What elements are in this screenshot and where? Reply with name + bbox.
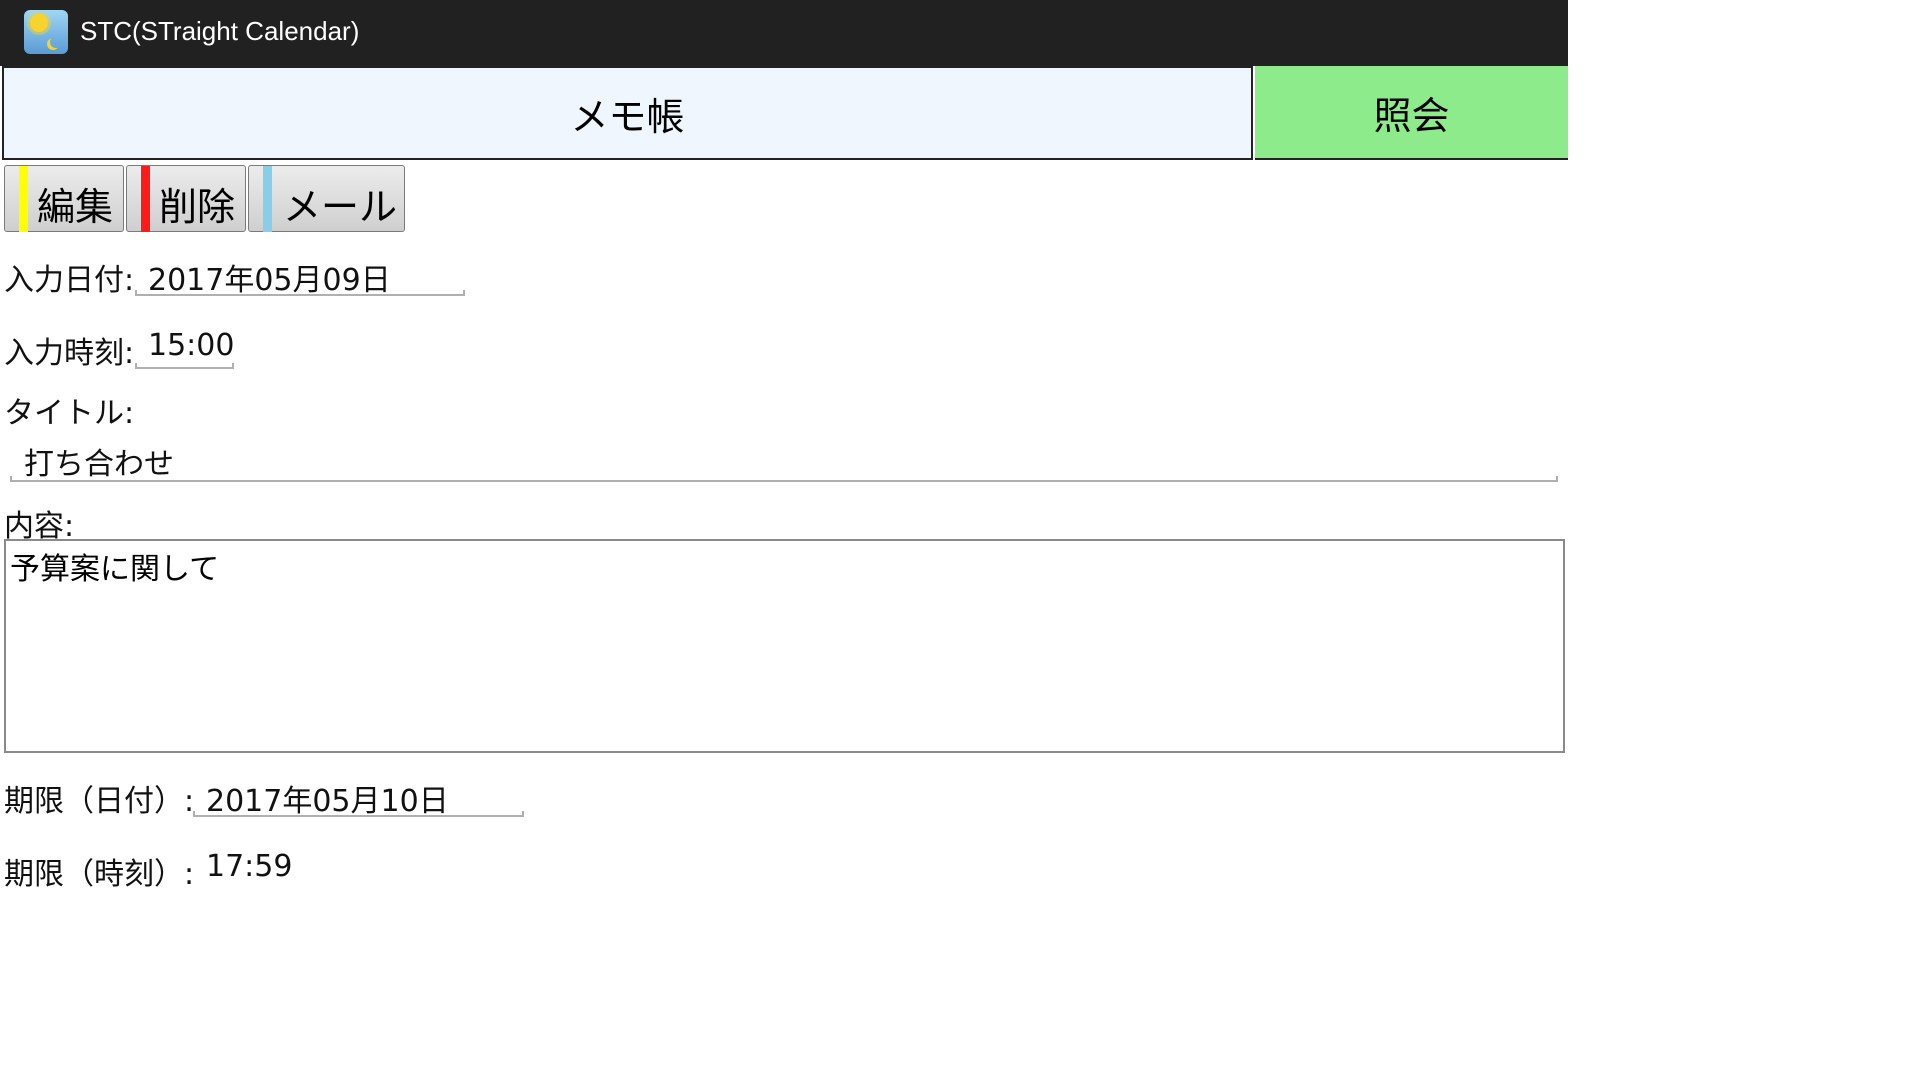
title-field[interactable]: 打ち合わせ xyxy=(24,439,174,483)
app-icon xyxy=(24,10,68,54)
title-label: タイトル: xyxy=(4,396,135,431)
moon-icon xyxy=(50,36,62,48)
title-underline xyxy=(10,476,1558,482)
mail-color-stripe xyxy=(263,166,272,232)
edit-button-label: 編集 xyxy=(37,185,114,229)
content-textarea[interactable]: 予算案に関して xyxy=(4,539,1565,753)
delete-button[interactable]: 削除 xyxy=(126,165,246,232)
content-text: 予算案に関して xyxy=(10,552,220,587)
due-date-underline xyxy=(193,811,524,817)
view-button[interactable]: 照会 xyxy=(1255,66,1568,160)
delete-button-label: 削除 xyxy=(159,185,236,229)
due-time-field[interactable]: 17:59 xyxy=(206,849,292,884)
mail-button[interactable]: メール xyxy=(248,165,405,232)
entry-date-underline xyxy=(135,290,465,296)
due-date-label: 期限（日付）: xyxy=(4,784,195,819)
header-row: メモ帳 照会 xyxy=(0,66,1568,160)
due-date-field[interactable]: 2017年05月10日 xyxy=(206,776,449,820)
app-title: STC(STraight Calendar) xyxy=(80,16,360,46)
sun-icon xyxy=(30,14,48,32)
entry-time-label: 入力時刻: xyxy=(4,336,135,371)
edit-color-stripe xyxy=(19,166,28,232)
edit-button[interactable]: 編集 xyxy=(4,165,124,232)
memo-header: メモ帳 xyxy=(2,66,1253,160)
due-time-label: 期限（時刻）: xyxy=(4,857,195,892)
entry-time-field[interactable]: 15:00 xyxy=(148,328,234,363)
app-title-bar: STC(STraight Calendar) xyxy=(0,0,1568,66)
entry-date-field[interactable]: 2017年05月09日 xyxy=(148,255,391,299)
entry-time-underline xyxy=(135,363,234,369)
mail-button-label: メール xyxy=(283,185,398,229)
entry-date-label: 入力日付: xyxy=(4,263,135,298)
delete-color-stripe xyxy=(141,166,150,232)
